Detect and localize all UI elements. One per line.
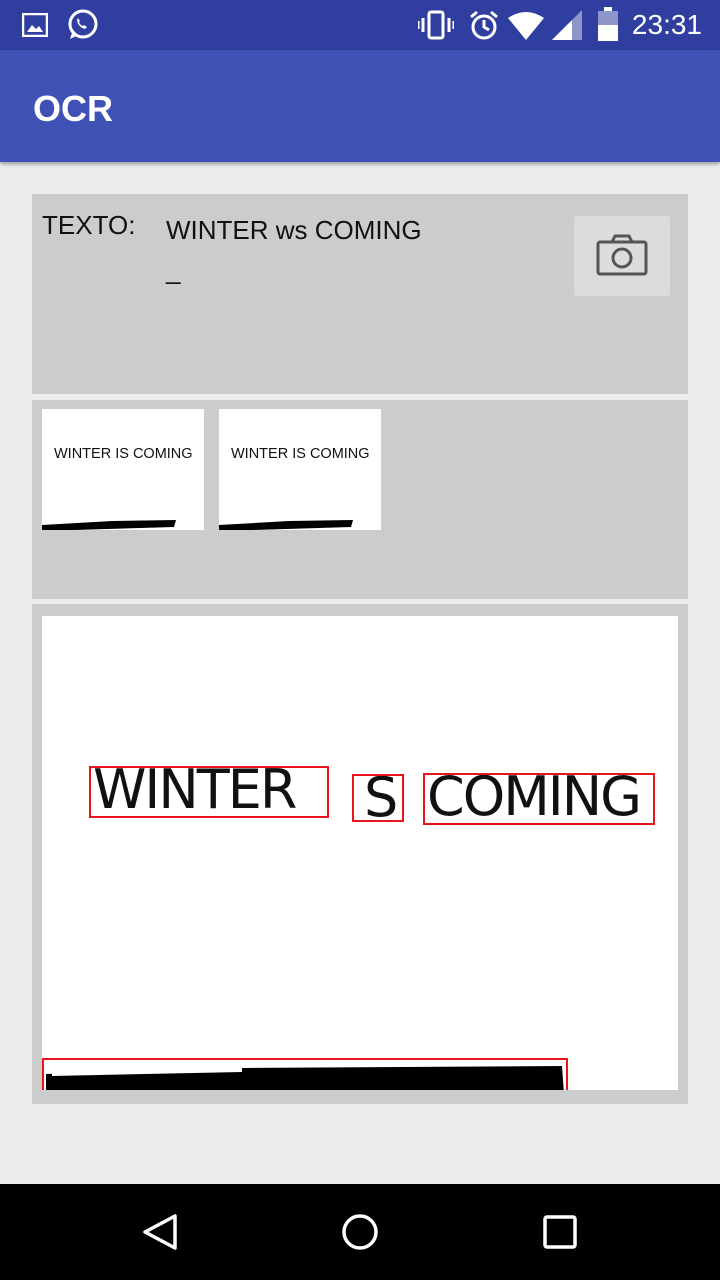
app-title: OCR <box>33 88 113 129</box>
battery-icon <box>598 7 618 46</box>
vibrate-icon <box>416 10 456 45</box>
alarm-icon <box>468 9 500 46</box>
navigation-bar <box>0 1184 720 1280</box>
text-label: TEXTO: <box>42 210 136 240</box>
ocr-text-panel: TEXTO: WINTER ws COMING _ <box>32 194 688 394</box>
detected-word-box: COMING <box>423 773 655 825</box>
image-icon <box>21 12 49 42</box>
whatsapp-icon <box>66 8 100 47</box>
app-bar: OCR <box>0 50 720 162</box>
back-icon[interactable] <box>140 1212 180 1257</box>
wifi-icon <box>508 12 544 45</box>
thumbnail-processed[interactable]: WINTER IS COMING <box>219 409 381 530</box>
preview-panel: WINTER S COMING <box>32 604 688 1104</box>
thumbnail-shadow <box>219 520 353 530</box>
thumbnail-text: WINTER IS COMING <box>231 446 370 462</box>
status-time: 23:31 <box>631 9 702 40</box>
thumbnails-panel: WINTER IS COMING WINTER IS COMING <box>32 400 688 599</box>
ocr-preview-image: WINTER S COMING <box>42 616 678 1090</box>
detected-shadow-box <box>42 1058 568 1090</box>
thumbnail-original[interactable]: WINTER IS COMING <box>42 409 204 530</box>
status-bar: 23:31 <box>0 0 720 50</box>
detected-word-box: S <box>352 774 404 822</box>
recents-icon[interactable] <box>540 1212 580 1257</box>
detected-word-box: WINTER <box>89 766 329 818</box>
signal-icon <box>552 10 582 45</box>
camera-button[interactable] <box>574 216 670 296</box>
home-icon[interactable] <box>340 1212 380 1257</box>
thumbnail-text: WINTER IS COMING <box>54 446 193 462</box>
thumbnail-shadow <box>42 520 176 530</box>
ocr-text-value: WINTER ws COMING _ <box>166 215 422 285</box>
